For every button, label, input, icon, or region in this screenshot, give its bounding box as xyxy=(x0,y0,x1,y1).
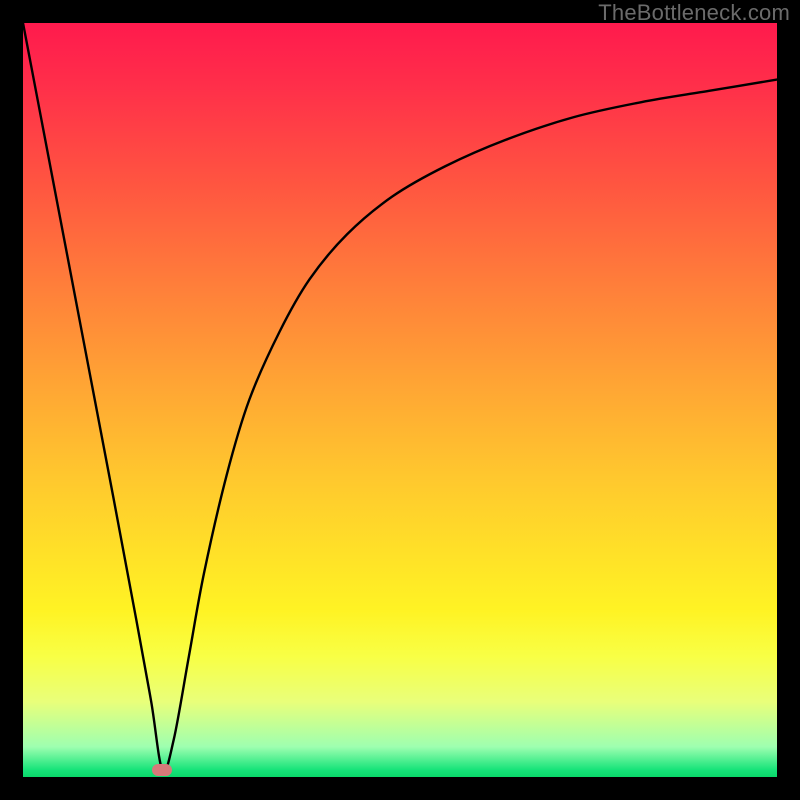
minimum-marker xyxy=(152,764,172,776)
plot-area xyxy=(23,23,777,777)
chart-frame: TheBottleneck.com xyxy=(0,0,800,800)
bottleneck-curve xyxy=(23,23,777,777)
